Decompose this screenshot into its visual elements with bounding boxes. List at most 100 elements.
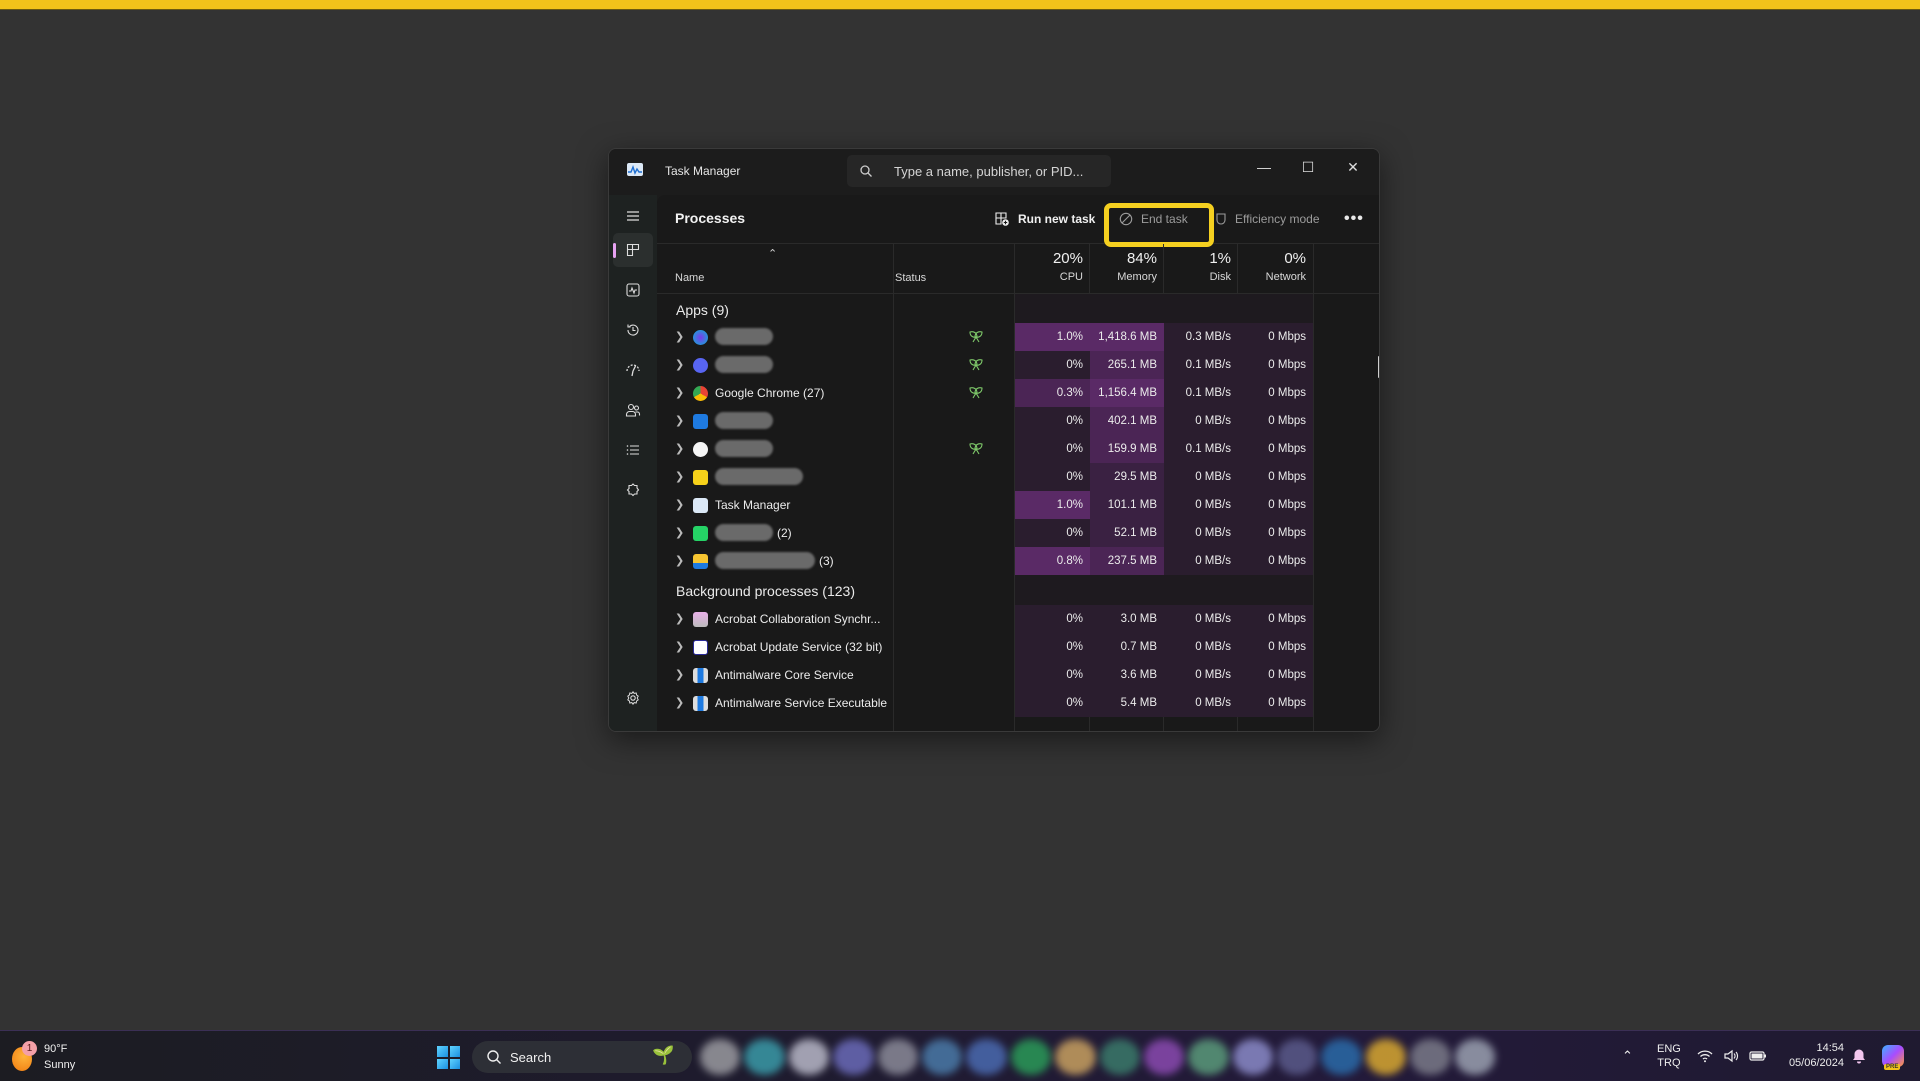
start-button[interactable] (437, 1046, 460, 1069)
minimize-button[interactable]: — (1242, 155, 1286, 179)
battery-icon (1749, 1051, 1766, 1061)
taskbar-app-icon[interactable] (1188, 1039, 1229, 1075)
sidebar-item-details[interactable] (613, 433, 653, 467)
scrollbar-thumb[interactable] (1378, 356, 1379, 378)
redacted-name (715, 524, 773, 541)
column-network[interactable]: 0% Network (1238, 250, 1306, 283)
sidebar-item-settings[interactable] (613, 681, 653, 715)
taskbar-app-icon[interactable] (1099, 1039, 1140, 1075)
canva-icon (693, 330, 708, 345)
services-icon (626, 483, 640, 497)
memory-value: 1,418.6 MB (1090, 323, 1164, 351)
background-process-row[interactable]: ❯ Antimalware Service Executable 0% 5.4 MB 0… (657, 689, 1379, 717)
app-row[interactable]: ❯ 0% 29.5 MB 0 MB/s 0 Mbps (657, 463, 1379, 491)
app-history-icon (627, 324, 639, 336)
network-value: 0 Mbps (1238, 547, 1313, 575)
column-name[interactable]: Name (675, 272, 704, 284)
more-options-button[interactable]: ••• (1344, 209, 1364, 229)
app-row[interactable]: ❯ 0% 402.1 MB 0 MB/s 0 Mbps (657, 407, 1379, 435)
taskbar-app-icon[interactable] (921, 1039, 963, 1075)
taskbar-app-icon[interactable] (1277, 1039, 1318, 1075)
taskbar-app-icon[interactable] (1232, 1039, 1274, 1075)
app-row[interactable]: ❯ Task Manager 1.0% 101.1 MB 0 MB/s 0 Mbps (657, 491, 1379, 519)
app-row[interactable]: ❯ Google Chrome (27) 0.3% 1,156.4 MB 0.1 MB/… (657, 379, 1379, 407)
expand-chevron-icon[interactable]: ❯ (675, 696, 684, 709)
end-task-button[interactable]: End task (1119, 209, 1188, 229)
taskbar-app-icon[interactable] (1055, 1039, 1096, 1075)
network-value: 0 Mbps (1238, 323, 1313, 351)
taskbar-app-icon[interactable] (966, 1039, 1007, 1075)
language-bottom: TRQ (1657, 1057, 1681, 1069)
taskbar-app-icon[interactable] (1454, 1039, 1496, 1075)
memory-value: 3.6 MB (1090, 661, 1164, 689)
sidebar-item-services[interactable] (613, 473, 653, 507)
expand-chevron-icon[interactable]: ❯ (675, 358, 684, 371)
seedling-icon: 🌱 (652, 1045, 675, 1065)
maximize-button[interactable]: ☐ (1286, 155, 1330, 179)
efficiency-mode-button[interactable]: Efficiency mode (1215, 209, 1320, 229)
show-hidden-icons-button[interactable]: ⌃ (1622, 1031, 1633, 1081)
expand-chevron-icon[interactable]: ❯ (675, 498, 684, 511)
expand-chevron-icon[interactable]: ❯ (675, 414, 684, 427)
cpu-value: 0.3% (1015, 379, 1090, 407)
search-input[interactable]: Type a name, publisher, or PID... (894, 164, 1083, 179)
expand-chevron-icon[interactable]: ❯ (675, 442, 684, 455)
process-name: Acrobat Update Service (32 bit) (715, 640, 883, 654)
sidebar-item-startup-apps[interactable] (613, 353, 653, 387)
taskbar-app-icon[interactable] (1365, 1039, 1407, 1075)
expand-chevron-icon[interactable]: ❯ (675, 526, 684, 539)
app-row[interactable]: ❯ 0% 265.1 MB 0.1 MB/s 0 Mbps (657, 351, 1379, 379)
background-process-row[interactable]: ❯ Acrobat Update Service (32 bit) 0% 0.7 MB… (657, 633, 1379, 661)
sidebar-item-users[interactable] (613, 393, 653, 427)
app-row[interactable]: ❯ 1.0% 1,418.6 MB 0.3 MB/s 0 Mbps (657, 323, 1379, 351)
expand-chevron-icon[interactable]: ❯ (675, 470, 684, 483)
hamburger-menu-button[interactable] (613, 199, 653, 233)
title-bar[interactable]: Task Manager Type a name, publisher, or … (609, 149, 1379, 195)
app-row[interactable]: ❯ 0% 159.9 MB 0.1 MB/s 0 Mbps (657, 435, 1379, 463)
taskbar-app-icon[interactable] (833, 1039, 874, 1075)
sidebar-item-performance[interactable] (613, 273, 653, 307)
memory-value: 0.7 MB (1090, 633, 1164, 661)
gear-icon (627, 690, 639, 706)
taskbar-app-icon[interactable] (1010, 1039, 1052, 1075)
background-process-row[interactable]: ❯ Acrobat Collaboration Synchr... 0% 3.0 MB… (657, 605, 1379, 633)
sidebar-item-processes[interactable] (613, 233, 653, 267)
expand-chevron-icon[interactable]: ❯ (675, 612, 684, 625)
taskbar-app-icon[interactable] (744, 1039, 785, 1075)
run-new-task-icon (995, 212, 1009, 226)
sidebar-item-app-history[interactable] (613, 313, 653, 347)
column-disk[interactable]: 1% Disk (1164, 250, 1231, 283)
weather-widget[interactable]: 1 90°F Sunny (12, 1041, 112, 1073)
run-new-task-button[interactable]: Run new task (994, 209, 1095, 229)
taskbar-app-icon[interactable] (877, 1039, 918, 1075)
whatsapp-icon (693, 526, 708, 541)
column-memory[interactable]: 84% Memory (1090, 250, 1157, 283)
expand-chevron-icon[interactable]: ❯ (675, 640, 684, 653)
expand-chevron-icon[interactable]: ❯ (675, 554, 684, 567)
expand-chevron-icon[interactable]: ❯ (675, 386, 684, 399)
taskbar-app-icon[interactable] (788, 1039, 830, 1075)
app-row[interactable]: ❯ (3) 0.8% 237.5 MB 0 MB/s 0 Mbps (657, 547, 1379, 575)
spotify-icon (693, 442, 708, 457)
cpu-value: 1.0% (1015, 323, 1090, 351)
taskbar-app-icon[interactable] (1321, 1039, 1362, 1075)
search-box[interactable]: Type a name, publisher, or PID... (847, 155, 1111, 187)
taskbar-app-icon[interactable] (1410, 1039, 1451, 1075)
column-status[interactable]: Status (895, 272, 926, 284)
disk-value: 0 MB/s (1164, 491, 1238, 519)
copilot-button[interactable]: PRE (1882, 1031, 1904, 1081)
file-explorer-icon (693, 554, 708, 569)
background-process-row[interactable]: ❯ Antimalware Core Service 0% 3.6 MB 0 MB/s 0… (657, 661, 1379, 689)
column-cpu[interactable]: 20% CPU (1015, 250, 1083, 283)
app-row[interactable]: ❯ (2) 0% 52.1 MB 0 MB/s 0 Mbps (657, 519, 1379, 547)
language-indicator[interactable]: ENG TRQ (1657, 1031, 1681, 1081)
expand-chevron-icon[interactable]: ❯ (675, 668, 684, 681)
notifications-button[interactable] (1852, 1031, 1866, 1081)
taskbar-search[interactable]: Search 🌱 (472, 1041, 692, 1073)
taskbar-app-icon[interactable] (700, 1039, 741, 1075)
clock[interactable]: 14:54 05/06/2024 (1774, 1031, 1844, 1081)
system-tray-icons[interactable] (1697, 1031, 1767, 1081)
close-button[interactable]: ✕ (1331, 155, 1375, 179)
taskbar-app-icon[interactable] (1143, 1039, 1185, 1075)
expand-chevron-icon[interactable]: ❯ (675, 330, 684, 343)
